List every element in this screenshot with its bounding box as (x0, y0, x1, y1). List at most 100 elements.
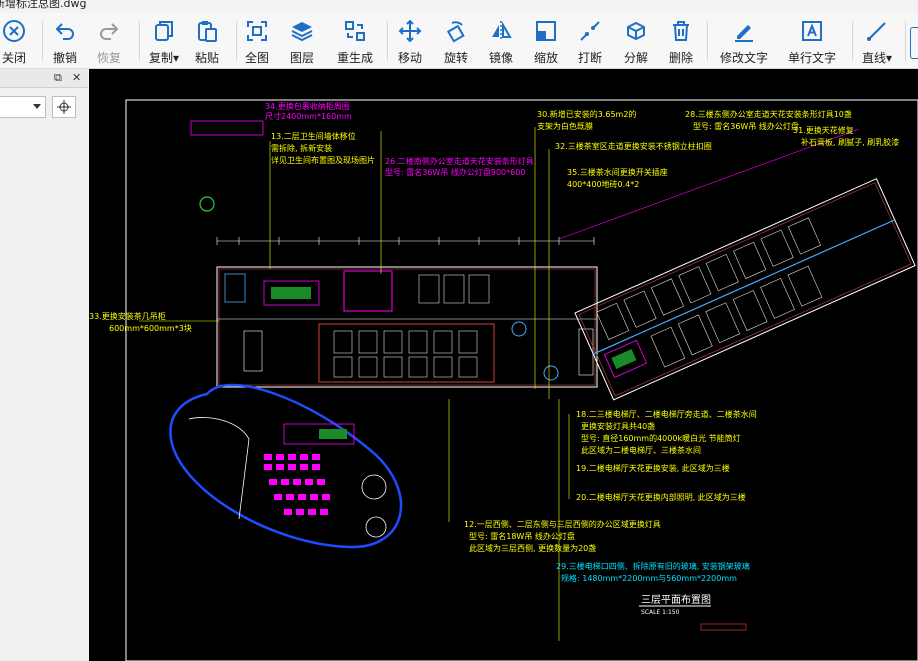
panel-header: ⧉ ✕ (0, 69, 88, 88)
separator (387, 21, 388, 61)
close-panel-icon[interactable]: ✕ (72, 71, 81, 84)
separator (852, 21, 853, 61)
copy-button[interactable]: 复制▾ (149, 19, 179, 67)
delete-button[interactable]: 删除 (669, 19, 693, 67)
note-29b: 规格: 1480mm*2200mm与560mm*2200mm (561, 573, 737, 583)
note-31b: 补石膏板, 刷腻子, 刷乳胶漆 (801, 137, 899, 147)
plan-title: 三层平面布置图 (641, 594, 711, 606)
note-18c: 型号: 直径160mm的4000k暖白光 节能筒灯 (581, 433, 741, 443)
trash-icon (673, 21, 689, 41)
rotate-button[interactable]: 旋转 (444, 19, 468, 67)
float-panel-icon[interactable]: ⧉ (54, 71, 62, 85)
undo-icon (55, 23, 74, 40)
rotate-label: 旋转 (444, 51, 469, 65)
single-text-button[interactable]: 单行文字 (788, 19, 836, 67)
note-left-b: 600mm*600mm*3块 (109, 323, 192, 333)
note-30: 30.新增已安装的3.65m2的 (537, 109, 636, 119)
move-button[interactable]: 移动 (398, 19, 422, 67)
break-label: 打断 (578, 51, 603, 65)
layers-button[interactable]: 图层 (290, 19, 314, 67)
note-28b: 型号: 雷名36W吊 线办公灯盘 (693, 121, 799, 131)
fullview-icon (247, 21, 267, 41)
separator (42, 21, 43, 61)
note-12c: 此区域为三层西侧, 更换数量为20盏 (469, 543, 596, 553)
note-18: 18.二三楼电梯厅、二楼电梯厅旁走道、二楼茶水间 (576, 409, 757, 419)
regen-icon (345, 21, 365, 41)
note-26b: 型号: 雷名36W吊 线办公灯盘900*600 (385, 167, 525, 177)
paste-label: 粘贴 (195, 51, 220, 65)
redo-label: 恢复 (97, 51, 122, 65)
redo-button[interactable]: 恢复 (97, 19, 121, 67)
text-a-icon (802, 21, 822, 41)
note-18d: 此区域为二楼电梯厅、三楼茶水间 (581, 445, 701, 455)
properties-panel: ⧉ ✕ (0, 69, 88, 661)
building-left-wing (216, 266, 598, 388)
regen-button[interactable]: 重生成 (337, 19, 373, 67)
note-26: 26.二楼南侧办公室走道天花安装条形灯具 (385, 156, 534, 166)
note-35: 35.三楼茶水间更换开关插座 (567, 167, 668, 177)
explode-label: 分解 (624, 51, 649, 65)
layers-icon (291, 22, 313, 42)
scale-icon (536, 21, 556, 41)
paste-icon (198, 21, 217, 42)
mirror-icon (492, 21, 512, 41)
paste-button[interactable]: 粘贴 (195, 19, 219, 67)
scale-label: 缩放 (534, 51, 559, 65)
copy-icon (155, 21, 174, 41)
break-icon (580, 21, 600, 41)
north-arrow (199, 196, 215, 212)
edit-text-label: 修改文字 (720, 51, 769, 65)
line-icon (867, 22, 886, 41)
line-label: 直线▾ (862, 51, 893, 65)
note-13: 13.二层卫生间墙体移位 (271, 131, 356, 141)
scale-button[interactable]: 缩放 (534, 19, 558, 67)
drawing-canvas[interactable]: 34.更换包裹收纳柜周围 尺寸2400mm*160mm 13.二层卫生间墙体移位… (89, 69, 918, 661)
note-29: 29.三楼电梯口四侧、拆除原有旧的玻璃, 安装钢架玻璃 (556, 561, 750, 571)
building-right-wing (574, 178, 916, 401)
fullview-button[interactable]: 全图 (245, 19, 269, 67)
seating-area (264, 454, 330, 515)
note-34: 34.更换包裹收纳柜周围 (265, 101, 350, 111)
explode-icon (627, 21, 645, 41)
separator (139, 21, 140, 61)
layers-label: 图层 (290, 51, 315, 65)
explode-button[interactable]: 分解 (624, 19, 648, 67)
copy-label: 复制▾ (149, 51, 180, 65)
mirror-label: 镜像 (489, 51, 514, 65)
note-35b: 400*400地砖0.4*2 (567, 179, 639, 189)
note-13b: 需拆除, 拆新安装 (271, 143, 332, 153)
line-button[interactable]: 直线▾ (862, 19, 892, 67)
redo-icon (100, 23, 119, 40)
rotate-icon (446, 21, 465, 43)
window-title: 新增标注总图.dwg (0, 0, 87, 10)
separator (707, 21, 708, 61)
move-icon (398, 19, 422, 43)
cad-drawing[interactable]: 34.更换包裹收纳柜周围 尺寸2400mm*160mm 13.二层卫生间墙体移位… (89, 69, 918, 661)
layer-select[interactable] (0, 96, 46, 118)
fullview-label: 全图 (245, 51, 270, 65)
close-button[interactable]: 关闭 (2, 19, 26, 67)
undo-label: 撤销 (53, 51, 78, 65)
note-18b: 更换安装灯具共40盏 (581, 421, 655, 431)
delete-label: 删除 (669, 51, 694, 65)
leader-lines (139, 127, 570, 641)
title-bar: 新增标注总图.dwg (0, 0, 918, 13)
regen-label: 重生成 (337, 51, 374, 65)
break-button[interactable]: 打断 (578, 19, 602, 67)
note-31: 31.更换天花修复 (793, 125, 854, 135)
undo-button[interactable]: 撤销 (53, 19, 77, 67)
note-20: 20.二楼电梯厅天花更换内部照明, 此区域为三楼 (576, 492, 746, 502)
note-30b: 支架为白色既膜 (537, 121, 593, 131)
edit-text-button[interactable]: 修改文字 (720, 19, 768, 67)
close-label: 关闭 (2, 51, 27, 65)
note-32: 32.三楼茶室区走道更换安装不锈钢立柱扣圈 (555, 141, 712, 151)
move-label: 移动 (398, 51, 423, 65)
pick-object-button[interactable] (52, 96, 76, 118)
crosshair-icon (57, 100, 71, 114)
chevron-down-icon (33, 104, 41, 109)
drawing-frame (125, 99, 918, 661)
more-tools-icon[interactable] (910, 27, 918, 59)
note-28: 28.三楼东侧办公室走道天花安装条形灯具10盏 (685, 109, 852, 119)
note-34b: 尺寸2400mm*160mm (265, 111, 352, 121)
mirror-button[interactable]: 镜像 (489, 19, 513, 67)
